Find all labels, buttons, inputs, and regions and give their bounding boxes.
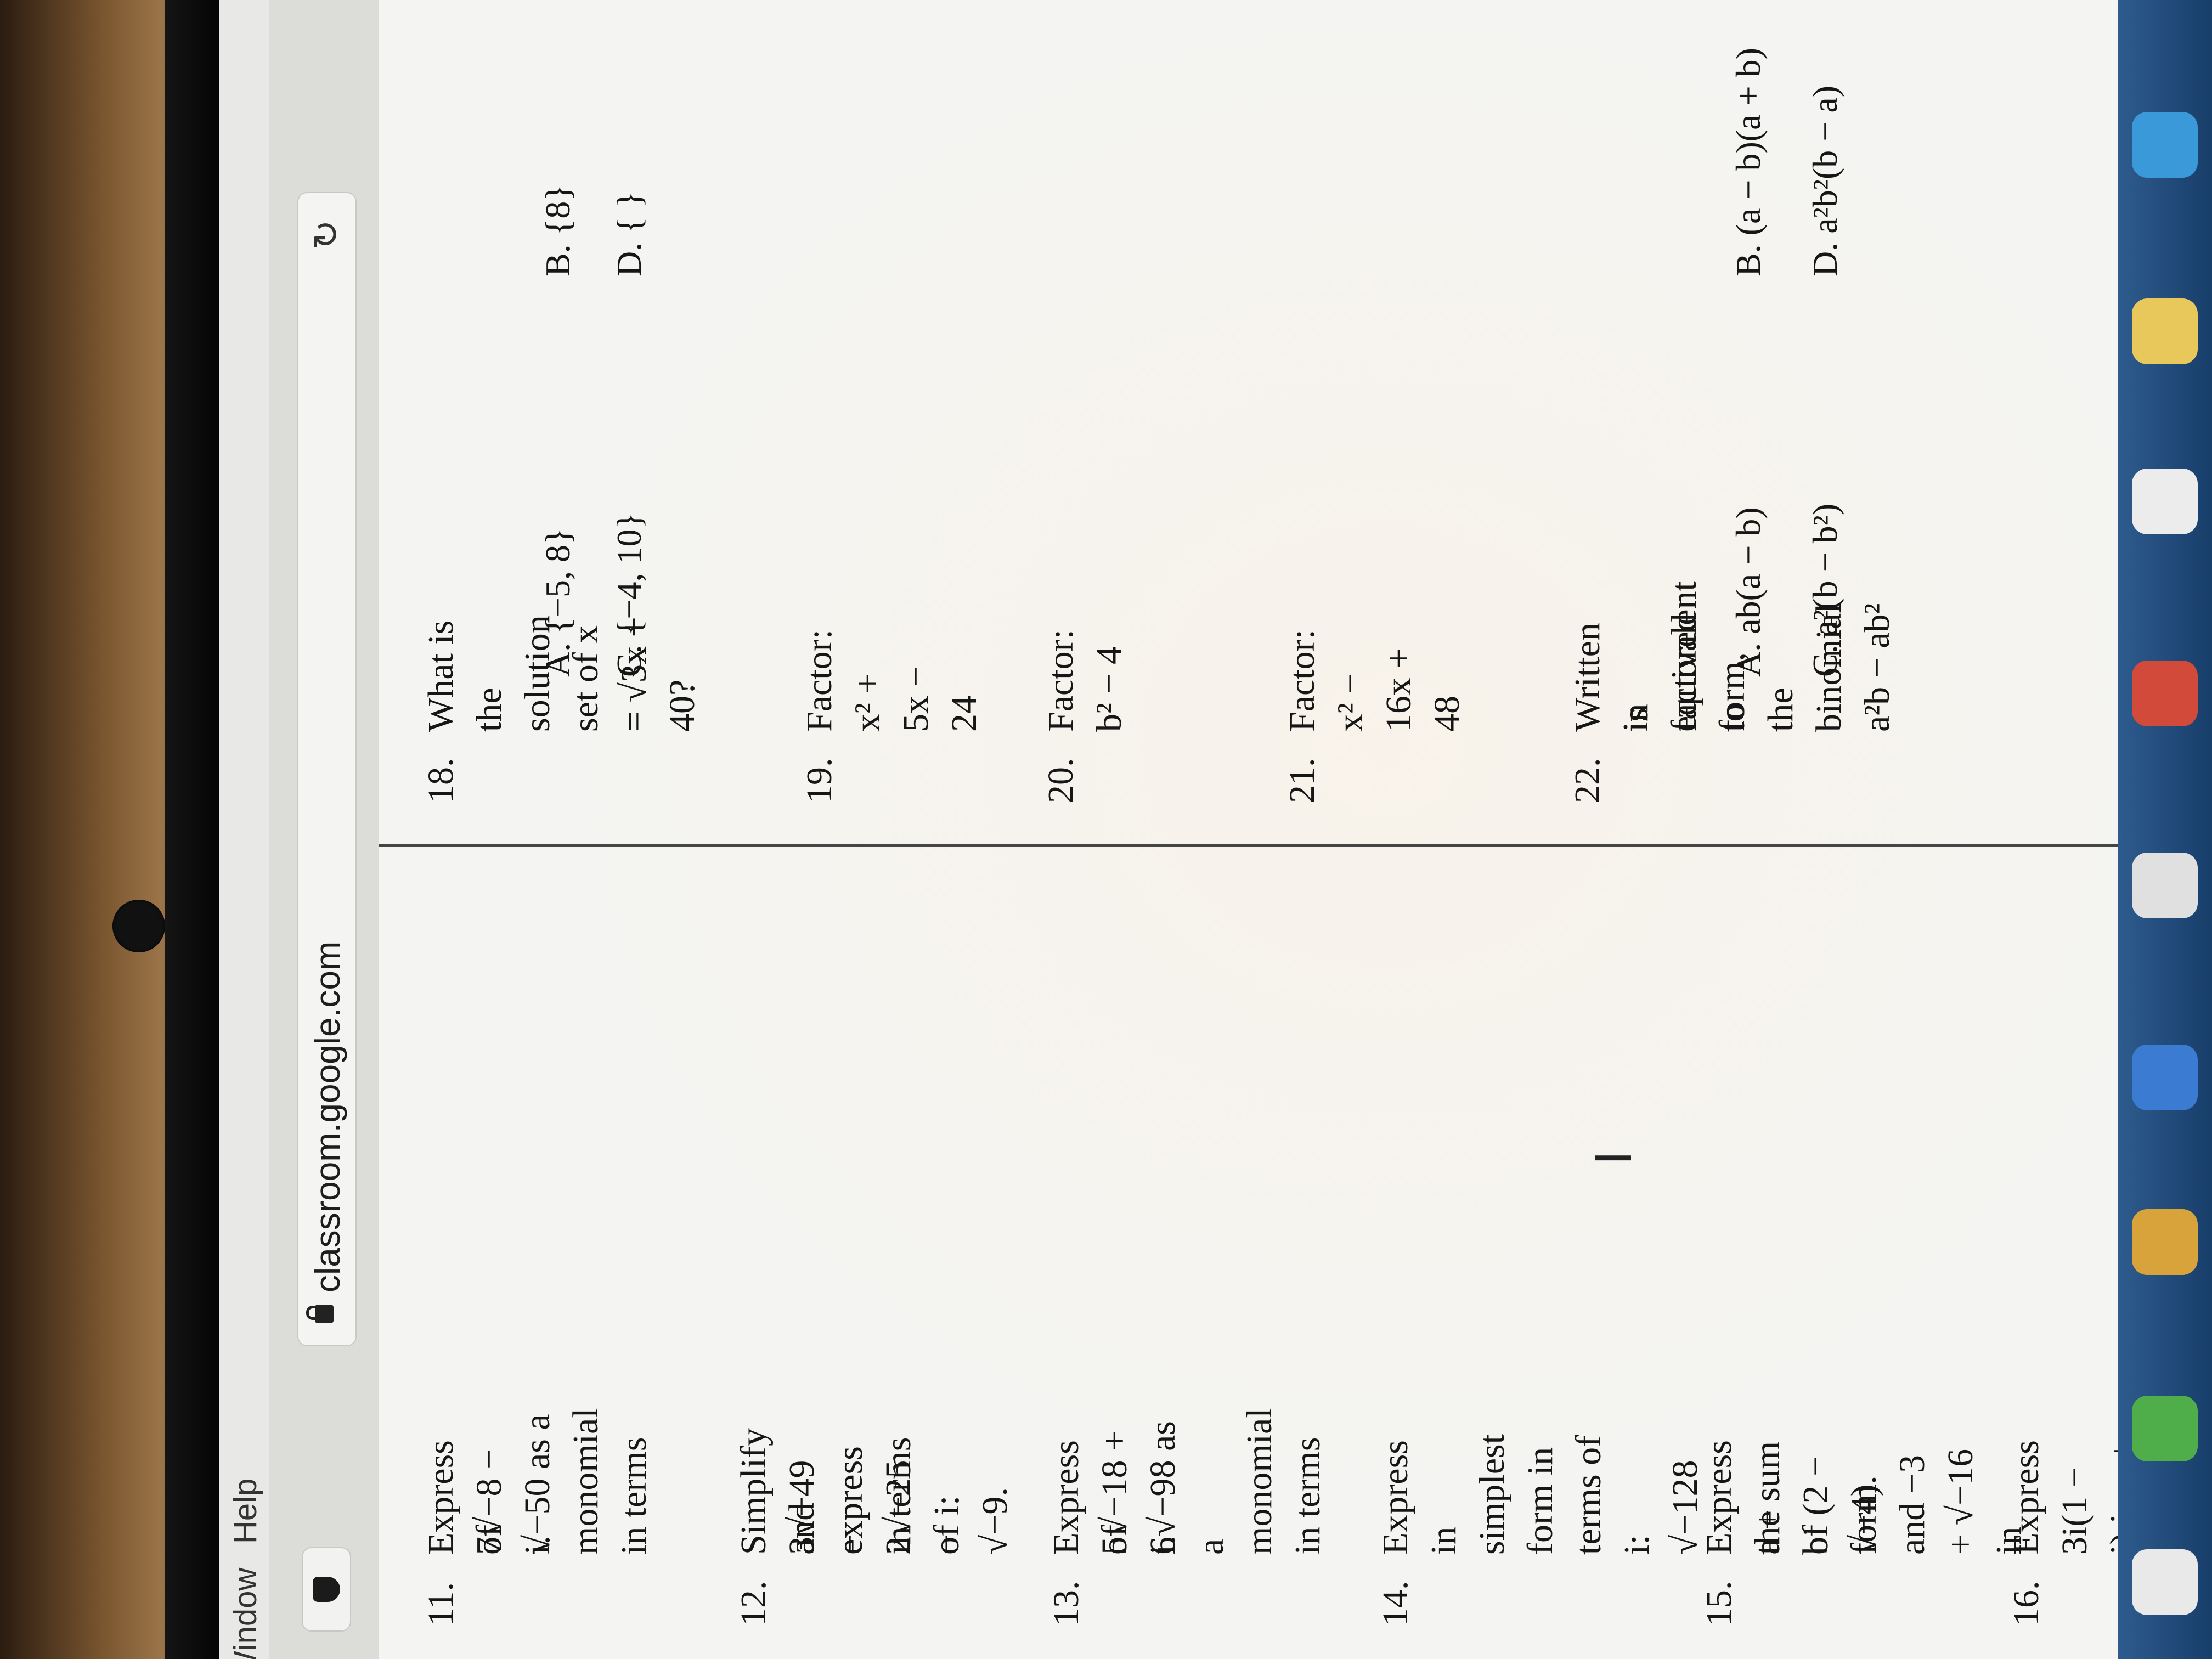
choice-22-c: C. a²(b − b²): [1805, 503, 1844, 677]
url-text: classroom.google.com: [308, 941, 347, 1293]
dock-app-notes[interactable]: [2132, 1396, 2198, 1462]
question-text: Factor: b² − 4: [1041, 629, 1129, 732]
privacy-shield-button[interactable]: [302, 1547, 351, 1632]
column-divider: [379, 844, 2212, 847]
question-number: 22.: [1567, 758, 1607, 804]
menu-window[interactable]: Window: [227, 1568, 264, 1659]
dock-app-finder[interactable]: [2132, 298, 2198, 364]
address-bar[interactable]: classroom.google.com ↻: [297, 192, 357, 1346]
rotated-desktop: Window Help classroom.google.com ↻ 11. E…: [219, 0, 2212, 1659]
choice-18-b: B. {8}: [538, 184, 577, 276]
choice-22-d: D. a²b²(b − a): [1805, 85, 1844, 276]
choice-18-a: A. {−5, 8}: [538, 528, 577, 677]
question-number: 12.: [733, 1581, 774, 1627]
dock-app-photos[interactable]: [2132, 1209, 2198, 1275]
question-text-cont: a + bi form.: [1747, 1475, 1884, 1555]
screen: Window Help classroom.google.com ↻ 11. E…: [219, 0, 2212, 1659]
question-number: 14.: [1375, 1581, 1415, 1627]
dock-app-chrome[interactable]: [2132, 661, 2198, 726]
choice-18-d: D. { }: [610, 191, 648, 276]
dock: [2118, 0, 2212, 1659]
question-text: Express in simplest form in terms of i: …: [1375, 1434, 1705, 1555]
question-text: Factor: x² + 5x − 24: [799, 629, 984, 732]
question-text: Factor: x² − 16x + 48: [1282, 629, 1467, 732]
text-cursor-icon: I: [1585, 1150, 1643, 1165]
webcam-dot: [112, 900, 165, 952]
dock-app-store[interactable]: [2132, 112, 2198, 178]
dock-app-safari[interactable]: [2132, 853, 2198, 918]
menu-bar: Window Help: [219, 0, 270, 1659]
question-number: 15.: [1699, 1581, 1739, 1627]
choice-22-b: B. (a − b)(a + b): [1729, 48, 1768, 276]
browser-toolbar: classroom.google.com ↻: [269, 0, 380, 1659]
reload-icon[interactable]: ↻: [306, 215, 346, 255]
choice-22-a: A. ab(a − b): [1729, 507, 1768, 677]
dock-app-settings[interactable]: [2132, 469, 2198, 534]
dock-app-messages[interactable]: [2132, 1045, 2198, 1110]
question-number: 20.: [1041, 758, 1081, 804]
question-number: 16.: [2006, 1581, 2046, 1627]
choice-18-c: C. {−4, 10}: [610, 512, 648, 677]
question-text-cont: of i.: [469, 1525, 557, 1555]
question-number: 21.: [1282, 758, 1322, 804]
question-text-cont: of i.: [1094, 1525, 1183, 1555]
question-number: 18.: [421, 758, 461, 804]
dock-app-calendar[interactable]: [2132, 1549, 2198, 1615]
question-text: Express 5√−18 + 6√−98 as a monomial in t…: [1046, 1408, 1328, 1555]
menu-help[interactable]: Help: [227, 1479, 264, 1544]
question-number: 13.: [1046, 1581, 1086, 1627]
question-number: 11.: [421, 1582, 461, 1626]
shield-icon: [313, 1577, 340, 1602]
lock-icon: [315, 1305, 334, 1323]
worksheet-page: 11. Express 7√−8 − √−50 as a monomial in…: [379, 0, 2212, 1659]
question-text-cont: 3√−49 − 2√−25 − √−9.: [782, 1460, 1015, 1555]
question-number: 19.: [799, 758, 839, 804]
